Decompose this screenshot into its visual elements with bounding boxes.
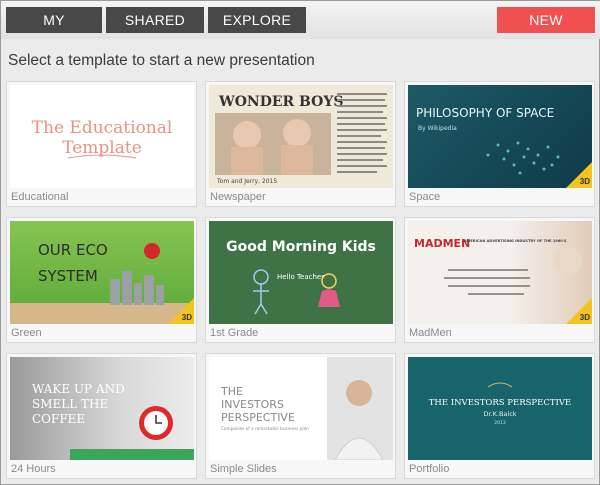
- template-card-green[interactable]: OUR ECO SYSTEM 3D Green: [6, 217, 197, 343]
- coffee-thumbnail-art: WAKE UP AND SMELL THE COFFEE: [32, 382, 194, 460]
- thumb-text: The Educational: [32, 118, 173, 138]
- thumb-text: OUR ECO: [38, 241, 108, 259]
- template-caption: Green: [11, 327, 42, 339]
- template-thumbnail: The Educational Template: [10, 85, 194, 188]
- thumb-text: INVESTORS: [221, 398, 284, 411]
- thumb-text: THE INVESTORS PERSPECTIVE: [429, 398, 571, 408]
- thumb-text: WAKE UP AND: [32, 382, 125, 396]
- top-nav-bar: MY SHARED EXPLORE NEW: [1, 1, 600, 39]
- space-thumbnail-art: PHILOSOPHY OF SPACE By Wikipedia: [416, 106, 560, 175]
- template-card-madmen[interactable]: MADMEN AMERICAN ADVERTISING INDUSTRY OF …: [404, 217, 595, 343]
- chalkboard-thumbnail-art: Good Morning Kids Hello Teacher: [226, 239, 376, 315]
- template-thumbnail: THE INVESTORS PERSPECTIVE Companies of a…: [209, 357, 393, 460]
- madmen-thumbnail-art: MADMEN AMERICAN ADVERTISING INDUSTRY OF …: [414, 237, 582, 295]
- thumb-text: PHILOSOPHY OF SPACE: [416, 106, 554, 120]
- template-thumbnail: WONDER BOYS Tom and Jerry, 2015: [209, 85, 393, 188]
- portrait-icon: [346, 380, 372, 406]
- template-thumbnail: THE INVESTORS PERSPECTIVE Dr.K.Balck 201…: [408, 357, 592, 460]
- template-card-1st-grade[interactable]: Good Morning Kids Hello Teacher 1st Grad…: [205, 217, 396, 343]
- apple-icon: [144, 243, 160, 259]
- investors-thumbnail-art: THE INVESTORS PERSPECTIVE Companies of a…: [220, 357, 393, 460]
- thumb-text: SMELL THE: [32, 397, 108, 411]
- thumb-text: Hello Teacher: [277, 273, 324, 281]
- thumb-text: MADMEN: [414, 237, 470, 250]
- template-caption: Simple Slides: [210, 463, 277, 475]
- template-thumbnail: OUR ECO SYSTEM 3D: [10, 221, 194, 324]
- page-heading: Select a template to start a new present…: [8, 52, 315, 69]
- template-caption: Portfolio: [409, 463, 450, 475]
- template-caption: 1st Grade: [210, 327, 259, 339]
- template-caption: MadMen: [409, 327, 452, 339]
- new-button[interactable]: NEW: [497, 7, 595, 33]
- thumb-text: Tom and Jerry, 2015: [216, 178, 277, 185]
- thumb-text: Companies of a remarkable business plan: [221, 426, 309, 431]
- template-thumbnail: PHILOSOPHY OF SPACE By Wikipedia 3D: [408, 85, 592, 188]
- thumb-text: WONDER BOYS: [218, 94, 343, 110]
- thumb-text: AMERICAN ADVERTISING INDUSTRY OF THE 196…: [464, 239, 567, 243]
- template-caption: Newspaper: [210, 191, 266, 203]
- template-card-24-hours[interactable]: WAKE UP AND SMELL THE COFFEE 24 Hours: [6, 353, 197, 479]
- template-caption: Educational: [11, 191, 69, 203]
- thumb-text: COFFEE: [32, 412, 85, 426]
- portfolio-thumbnail-art: THE INVESTORS PERSPECTIVE Dr.K.Balck 201…: [429, 382, 571, 426]
- template-card-space[interactable]: PHILOSOPHY OF SPACE By Wikipedia 3D Spac…: [404, 81, 595, 207]
- template-caption: 24 Hours: [11, 463, 56, 475]
- thumb-text: Dr.K.Balck: [483, 410, 516, 418]
- template-card-newspaper[interactable]: WONDER BOYS Tom and Jerry, 2015 Newspape…: [205, 81, 396, 207]
- tab-my[interactable]: MY: [6, 7, 102, 33]
- educational-thumbnail-art: The Educational Template: [32, 118, 173, 159]
- thumb-text: Good Morning Kids: [226, 239, 376, 255]
- tab-shared[interactable]: SHARED: [106, 7, 204, 33]
- template-card-portfolio[interactable]: THE INVESTORS PERSPECTIVE Dr.K.Balck 201…: [404, 353, 595, 479]
- 3d-badge-label: 3D: [181, 313, 192, 322]
- newspaper-thumbnail-art: WONDER BOYS Tom and Jerry, 2015: [215, 93, 387, 185]
- thumb-text: THE: [220, 385, 243, 398]
- tab-explore[interactable]: EXPLORE: [208, 7, 306, 33]
- 3d-badge-label: 3D: [579, 177, 590, 186]
- thumb-text: By Wikipedia: [418, 125, 457, 132]
- 3d-badge-label: 3D: [579, 313, 590, 322]
- app-frame: MY SHARED EXPLORE NEW Select a template …: [0, 0, 600, 485]
- template-card-educational[interactable]: The Educational Template Educational: [6, 81, 197, 207]
- template-thumbnail: Good Morning Kids Hello Teacher: [209, 221, 393, 324]
- template-caption: Space: [409, 191, 441, 203]
- template-thumbnail: WAKE UP AND SMELL THE COFFEE: [10, 357, 194, 460]
- green-thumbnail-art: OUR ECO SYSTEM: [10, 241, 194, 324]
- template-thumbnail: MADMEN AMERICAN ADVERTISING INDUSTRY OF …: [408, 221, 592, 324]
- template-card-simple-slides[interactable]: THE INVESTORS PERSPECTIVE Companies of a…: [205, 353, 396, 479]
- thumb-text: SYSTEM: [38, 267, 98, 285]
- thumb-text: 2013: [494, 420, 506, 426]
- thumb-text: PERSPECTIVE: [221, 411, 295, 424]
